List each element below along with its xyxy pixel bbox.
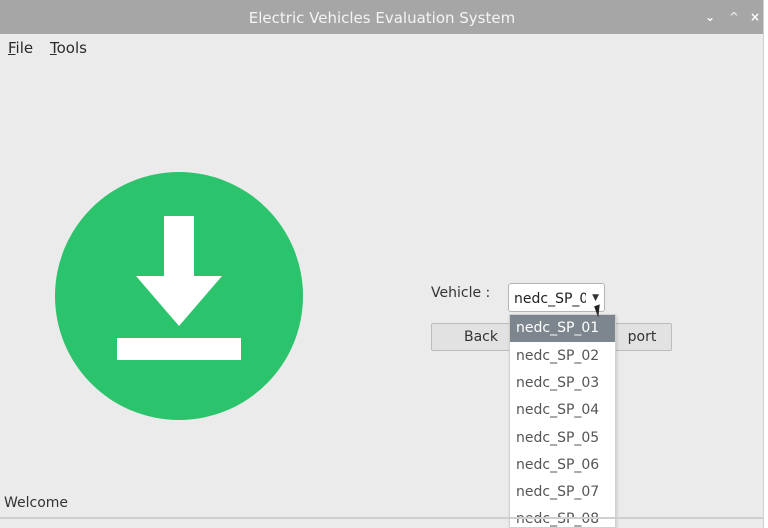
title-bar[interactable]: Electric Vehicles Evaluation System ⌄ ^ …: [0, 0, 763, 34]
minimize-icon[interactable]: ⌄: [702, 9, 718, 25]
tools-mnemonic: T: [50, 39, 57, 57]
dropdown-option[interactable]: nedc_SP_06: [510, 452, 615, 479]
vehicle-label: Vehicle :: [431, 285, 491, 301]
tools-label: ools: [56, 39, 87, 57]
window-title: Electric Vehicles Evaluation System: [248, 9, 516, 27]
main-window: Electric Vehicles Evaluation System ⌄ ^ …: [0, 0, 764, 528]
status-bar-divider: [0, 517, 763, 519]
chevron-down-icon[interactable]: ▼: [592, 293, 599, 303]
vehicle-select[interactable]: nedc_SP_0 ▼: [508, 283, 605, 312]
close-icon[interactable]: ×: [747, 9, 763, 25]
dropdown-option[interactable]: nedc_SP_05: [510, 425, 615, 452]
maximize-icon[interactable]: ^: [726, 9, 742, 25]
dropdown-option[interactable]: nedc_SP_01: [510, 315, 615, 342]
file-label: ile: [15, 39, 34, 57]
download-arrow-shaft: [164, 216, 194, 280]
report-button-label: port: [627, 329, 657, 345]
download-arrow-head: [136, 276, 222, 326]
dropdown-option[interactable]: nedc_SP_03: [510, 370, 615, 397]
menu-tools[interactable]: Tools: [50, 39, 87, 57]
file-mnemonic: F: [8, 39, 16, 57]
download-icon: [55, 172, 303, 420]
menu-file[interactable]: File: [8, 39, 33, 57]
dropdown-option[interactable]: nedc_SP_04: [510, 397, 615, 424]
vehicle-dropdown-list: nedc_SP_01 nedc_SP_02 nedc_SP_03 nedc_SP…: [509, 314, 616, 528]
dropdown-option[interactable]: nedc_SP_07: [510, 479, 615, 506]
status-text: Welcome: [4, 495, 69, 511]
vehicle-select-value: nedc_SP_0: [514, 291, 586, 307]
dropdown-option[interactable]: nedc_SP_02: [510, 343, 615, 370]
download-base-bar: [117, 338, 241, 360]
